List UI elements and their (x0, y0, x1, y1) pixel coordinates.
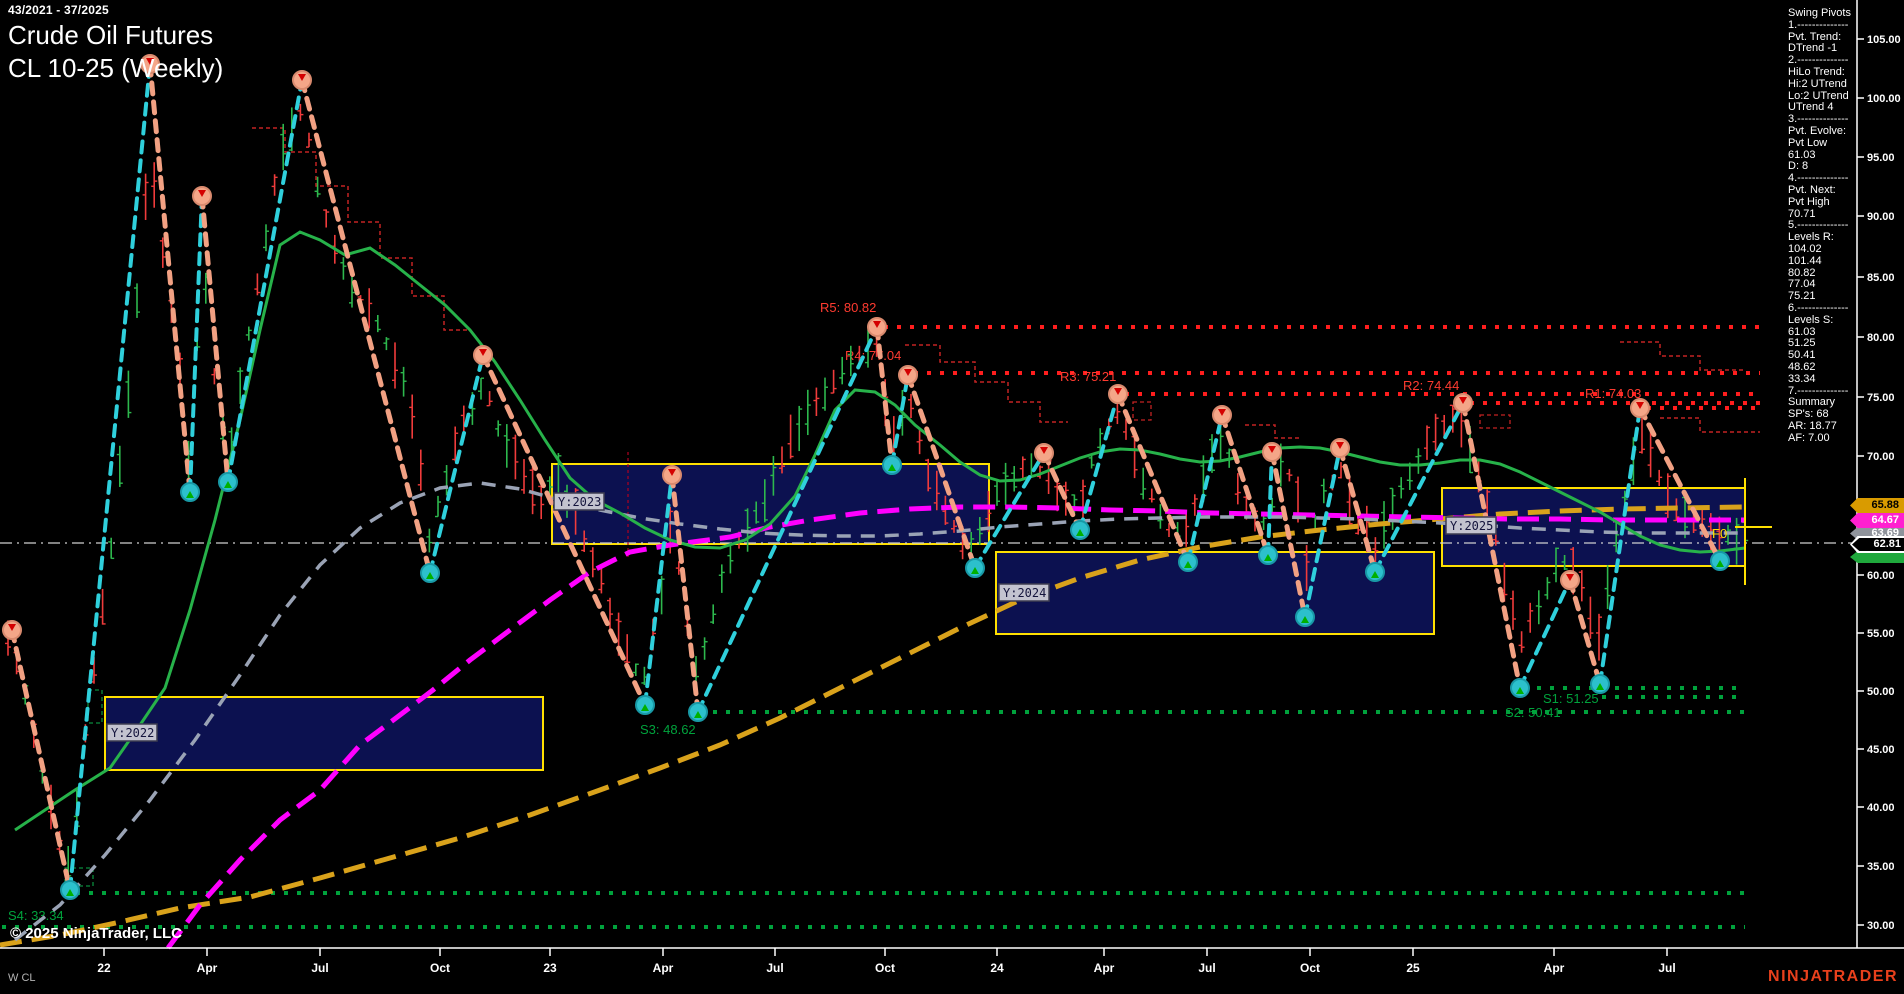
f0-label: F0 (1712, 526, 1727, 541)
swing-pivots-panel-line: Pvt Low (1788, 136, 1828, 149)
swing-pivots-panel-line: Pvt. Evolve: (1788, 124, 1847, 137)
date-tick-label: Apr (197, 961, 218, 975)
ninjatrader-logo: NINJATRADER (1768, 968, 1898, 985)
swing-pivots-panel-line: Levels S: (1788, 313, 1834, 326)
swing-pivots-panel-line: 33.34 (1788, 372, 1816, 385)
contract-subtitle: CL 10-25 (Weekly) (8, 53, 224, 83)
swing-pivots-panel-line: HiLo Trend: (1788, 65, 1845, 78)
price-tag: 64.67 (1850, 513, 1904, 528)
date-tick-label: Apr (653, 961, 674, 975)
ninjatrader-chart-window: 43/2021 - 37/2025 Crude Oil Futures CL 1… (0, 0, 1904, 994)
year-chip-label: Y:2022 (111, 726, 154, 740)
swing-pivots-panel-line: AR: 18.77 (1788, 419, 1837, 432)
swing-pivots-panel-line: AF: 7.00 (1788, 431, 1830, 444)
year-chip-label: Y:2025 (1450, 519, 1493, 533)
price-chart-canvas[interactable]: R5: 80.82 R4: 77.04 R3: 75.21 R2: 74.44 R1: … (0, 0, 1904, 994)
pivot-dashed-box (1479, 414, 1511, 429)
instrument-title: Crude Oil Futures (8, 20, 214, 50)
swing-pivots-panel-line: Hi:2 UTrend (1788, 77, 1847, 90)
date-tick-label: 25 (1406, 961, 1420, 975)
resistance-label: R2: 74.44 (1403, 378, 1459, 393)
date-tick-label: Oct (1300, 961, 1320, 975)
date-tick-label: 23 (543, 961, 557, 975)
date-tick-label: Jul (1658, 961, 1675, 975)
swing-pivots-panel-line: Pvt. Next: (1788, 183, 1836, 196)
resistance-label: R4: 77.04 (845, 348, 901, 363)
date-tick-label: Apr (1094, 961, 1115, 975)
chart-title-block: 43/2021 - 37/2025 Crude Oil Futures CL 1… (8, 3, 223, 84)
date-tick-label: Jul (1198, 961, 1215, 975)
support-resistance-levels: R5: 80.82 R4: 77.04 R3: 75.21 R2: 74.44 R1: … (2, 300, 1760, 929)
resistance-label: R3: 75.21 (1060, 369, 1116, 384)
year-box (104, 696, 544, 771)
instrument-symbol-label: W CL (8, 972, 36, 984)
date-tick-label: Oct (430, 961, 450, 975)
price-tag: 62.81 (1850, 536, 1904, 553)
date-tick-label: Apr (1544, 961, 1565, 975)
date-tick-label: 24 (990, 961, 1004, 975)
support-label: S3: 48.62 (640, 722, 696, 737)
date-tick-label: 22 (97, 961, 111, 975)
swing-pivots-panel-line: 101.44 (1788, 254, 1822, 267)
support-label: S1: 51.25 (1543, 691, 1599, 706)
resistance-label: R5: 80.82 (820, 300, 876, 315)
swing-pivots-panel-line: Pvt High (1788, 195, 1830, 208)
pivot-dashed-box (1132, 401, 1152, 421)
year-chip-label: Y:2024 (1003, 586, 1046, 600)
year-box (995, 551, 1435, 635)
resistance-label: R1: 74.03 (1585, 386, 1641, 401)
swing-pivots-panel-line: 6.-------------- (1788, 301, 1849, 314)
date-tick-label: Oct (875, 961, 895, 975)
swing-pivots-panel: Swing Pivots 1.-------------- Pvt. Trend: D… (1788, 7, 1866, 444)
visible-range-label: 43/2021 - 37/2025 (8, 3, 109, 17)
swing-pivots-panel-line: 104.02 (1788, 242, 1822, 255)
price-tag-value: 62.81 (1852, 538, 1904, 551)
date-tick-label: Jul (311, 961, 328, 975)
year-chip-label: Y:2023 (558, 495, 601, 509)
price-tag: 65.88 (1850, 498, 1904, 513)
swing-pivots-panel-line: 48.62 (1788, 360, 1816, 373)
date-tick-label: Jul (766, 961, 783, 975)
copyright-label: © 2025 NinjaTrader, LLC (10, 925, 182, 942)
swing-pivots-panel-line: 1.-------------- (1788, 18, 1849, 31)
